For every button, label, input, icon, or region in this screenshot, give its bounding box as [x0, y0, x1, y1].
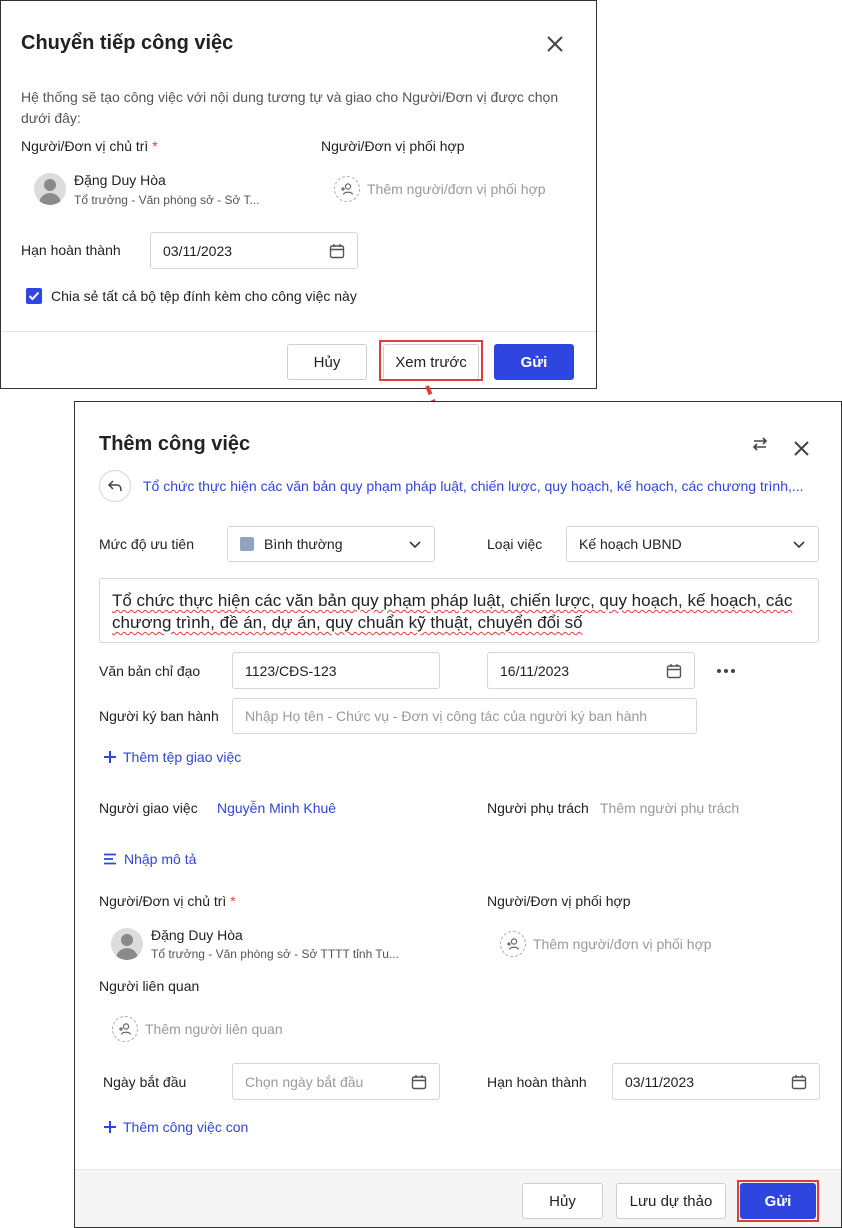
task-title-input[interactable]: Tổ chức thực hiện các văn bản quy phạm p…: [99, 578, 819, 643]
chevron-down-icon: [408, 537, 422, 551]
type-select[interactable]: Kế hoạch UBND: [566, 526, 819, 562]
main-unit-label: Người/Đơn vị chủ trì *: [21, 138, 158, 154]
avatar: [34, 173, 66, 205]
directive-number-input[interactable]: 1123/CĐS-123: [232, 652, 440, 689]
dialog-footer: Hủy Lưu dự thảo Gửi: [75, 1169, 841, 1227]
share-label: Chia sẻ tất cả bộ tệp đính kèm cho công …: [51, 288, 357, 304]
person-role: Tổ trưởng - Văn phòng sở - Sở TTTT tỉnh …: [151, 947, 399, 961]
main-unit-label: Người/Đơn vị chủ trì *: [99, 893, 236, 909]
calendar-icon[interactable]: [666, 663, 682, 679]
back-arrow-icon: [107, 480, 122, 492]
plus-icon: [104, 751, 116, 763]
breadcrumb[interactable]: Tổ chức thực hiện các văn bản quy phạm p…: [143, 478, 804, 494]
start-date-label: Ngày bắt đầu: [103, 1074, 187, 1090]
send-button[interactable]: Gửi: [494, 344, 574, 380]
deadline-label: Hạn hoàn thành: [21, 242, 121, 258]
send-highlight: [737, 1180, 819, 1222]
add-person-icon[interactable]: [334, 176, 360, 202]
description-link[interactable]: Nhập mô tả: [103, 851, 196, 867]
coop-unit-label: Người/Đơn vị phối hợp: [321, 138, 465, 154]
deadline-value: 03/11/2023: [163, 242, 233, 259]
more-options-icon[interactable]: [716, 662, 736, 685]
dialog-divider: [1, 331, 596, 332]
calendar-icon[interactable]: [329, 243, 345, 259]
coop-unit-label: Người/Đơn vị phối hợp: [487, 893, 631, 909]
priority-swatch: [240, 537, 254, 551]
forward-task-dialog: Chuyển tiếp công việc Hệ thống sẽ tạo cô…: [0, 0, 597, 389]
avatar: [111, 928, 143, 960]
priority-select[interactable]: Bình thường: [227, 526, 435, 562]
add-related-placeholder[interactable]: Thêm người liên quan: [145, 1021, 283, 1037]
share-checkbox[interactable]: [26, 288, 42, 304]
required-mark: *: [230, 893, 236, 909]
dialog-title: Chuyển tiếp công việc: [21, 32, 234, 54]
add-subtask-link[interactable]: Thêm công việc con: [103, 1119, 248, 1135]
add-coop-placeholder[interactable]: Thêm người/đơn vị phối hợp: [533, 936, 712, 952]
start-date-field[interactable]: Chọn ngày bắt đầu: [232, 1063, 440, 1100]
person-name: Đặng Duy Hòa: [74, 172, 166, 188]
close-icon[interactable]: [793, 435, 810, 461]
directive-date-field[interactable]: 16/11/2023: [487, 652, 695, 689]
assigner-value[interactable]: Nguyễn Minh Khuê: [217, 800, 336, 816]
deadline-label: Hạn hoàn thành: [487, 1074, 587, 1090]
dialog-description: Hệ thống sẽ tạo công việc với nội dung t…: [21, 89, 559, 126]
type-label: Loại việc: [487, 536, 543, 552]
add-task-dialog: Thêm công việc Tổ chức thực hiện các văn…: [74, 401, 842, 1228]
deadline-field[interactable]: 03/11/2023: [612, 1063, 820, 1100]
add-person-icon[interactable]: [500, 931, 526, 957]
directive-label: Văn bản chỉ đạo: [99, 663, 201, 679]
priority-label: Mức độ ưu tiên: [99, 536, 195, 552]
text-lines-icon: [104, 853, 116, 865]
signer-label: Người ký ban hành: [99, 708, 219, 724]
cancel-button[interactable]: Hủy: [287, 344, 367, 380]
swap-icon[interactable]: [750, 434, 770, 459]
save-draft-button[interactable]: Lưu dự thảo: [616, 1183, 726, 1219]
task-title-text: Tổ chức thực hiện các văn bản quy phạm p…: [112, 591, 793, 632]
cancel-button[interactable]: Hủy: [522, 1183, 603, 1219]
preview-highlight: [379, 340, 483, 381]
dialog-title: Thêm công việc: [99, 433, 251, 455]
calendar-icon[interactable]: [411, 1074, 427, 1090]
add-person-icon[interactable]: [112, 1016, 138, 1042]
plus-icon: [104, 1121, 116, 1133]
related-label: Người liên quan: [99, 978, 200, 994]
assigner-label: Người giao việc: [99, 800, 198, 816]
person-role: Tổ trưởng - Văn phòng sở - Sở T...: [74, 193, 260, 207]
close-icon[interactable]: [546, 31, 564, 57]
add-coop-placeholder[interactable]: Thêm người/đơn vị phối hợp: [367, 181, 546, 197]
required-mark: *: [152, 138, 158, 154]
calendar-icon[interactable]: [791, 1074, 807, 1090]
person-name: Đặng Duy Hòa: [151, 927, 243, 943]
add-file-link[interactable]: Thêm tệp giao việc: [103, 749, 241, 765]
owner-label: Người phụ trách: [487, 800, 589, 816]
back-button[interactable]: [99, 470, 131, 502]
owner-placeholder[interactable]: Thêm người phụ trách: [600, 800, 739, 816]
signer-input[interactable]: Nhập Họ tên - Chức vụ - Đơn vị công tác …: [232, 698, 697, 734]
chevron-down-icon: [792, 537, 806, 551]
deadline-field[interactable]: 03/11/2023: [150, 232, 358, 269]
